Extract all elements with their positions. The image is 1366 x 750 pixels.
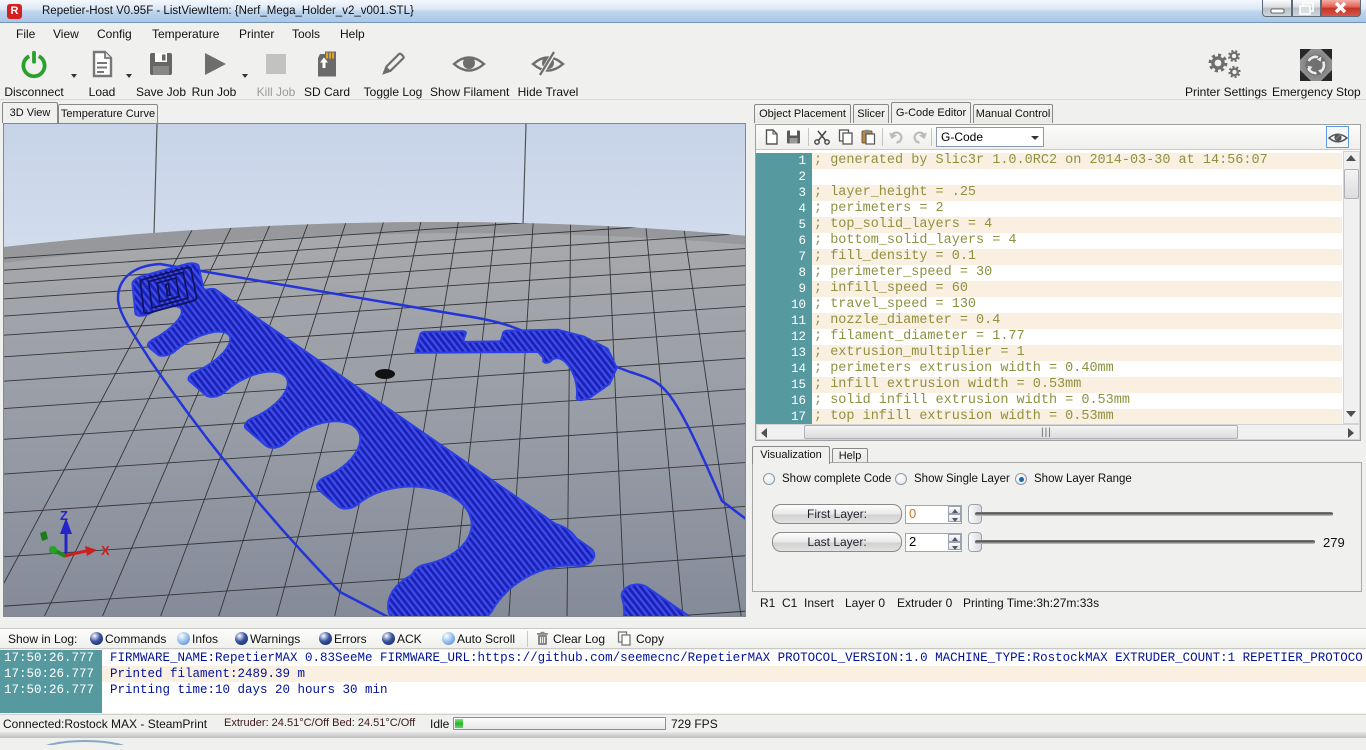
svg-text:X: X bbox=[101, 543, 110, 558]
svg-text:Z: Z bbox=[60, 508, 68, 523]
